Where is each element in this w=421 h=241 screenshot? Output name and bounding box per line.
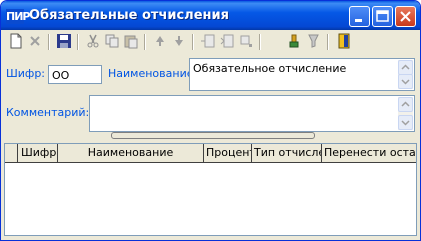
insert-row-button[interactable] xyxy=(199,32,217,50)
close-button[interactable] xyxy=(395,6,416,27)
grid-header: Шифр Наименование Процент Тип отчислен П… xyxy=(5,144,416,163)
column-header-type[interactable]: Тип отчислен xyxy=(252,144,322,162)
minimize-button[interactable] xyxy=(349,6,370,27)
filter-button[interactable] xyxy=(286,32,304,50)
row-indicator-header xyxy=(5,144,18,162)
exit-button[interactable] xyxy=(335,32,353,50)
column-header-name[interactable]: Наименование xyxy=(58,144,204,162)
scroll-down-button[interactable] xyxy=(398,74,413,89)
exit-door-icon xyxy=(338,33,350,49)
chevron-down-icon xyxy=(401,120,410,126)
move-down-button[interactable] xyxy=(170,32,188,50)
name-field[interactable]: Обязательное отчисление xyxy=(189,58,415,91)
window: ПИР Обязательные отчисления Шифр: ОО Наи… xyxy=(0,0,421,241)
save-icon xyxy=(57,34,71,48)
paste-icon xyxy=(124,35,138,49)
scroll-down-button[interactable] xyxy=(398,115,413,130)
column-header-percent[interactable]: Процент xyxy=(204,144,252,162)
close-icon xyxy=(400,11,411,22)
save-button[interactable] xyxy=(55,32,73,50)
maximize-button[interactable] xyxy=(372,6,393,27)
maximize-icon xyxy=(376,10,389,22)
cut-icon xyxy=(87,34,99,48)
delete-row-icon xyxy=(240,35,252,47)
insert-column-button[interactable] xyxy=(218,32,236,50)
records-grid[interactable]: Шифр Наименование Процент Тип отчислен П… xyxy=(4,143,417,236)
comment-label: Комментарий: xyxy=(6,106,90,119)
move-down-icon xyxy=(175,36,183,46)
delete-record-icon xyxy=(30,36,40,46)
name-label: Наименование: xyxy=(108,67,198,80)
cut-button[interactable] xyxy=(84,32,102,50)
name-scrollbar[interactable] xyxy=(398,60,413,89)
code-field[interactable]: ОО xyxy=(48,65,102,84)
column-header-code[interactable]: Шифр xyxy=(18,144,58,162)
window-title: Обязательные отчисления xyxy=(29,8,229,23)
new-record-icon xyxy=(10,33,22,49)
filter-off-button[interactable] xyxy=(305,32,323,50)
code-label: Шифр: xyxy=(6,67,46,80)
insert-column-icon xyxy=(220,34,234,48)
copy-button[interactable] xyxy=(103,32,121,50)
filter-off-icon xyxy=(308,34,319,48)
chevron-up-icon xyxy=(401,64,410,70)
name-field-text: Обязательное отчисление xyxy=(193,62,347,75)
minimize-icon xyxy=(355,19,362,22)
title-bar[interactable]: ПИР Обязательные отчисления xyxy=(1,1,420,30)
move-up-button[interactable] xyxy=(151,32,169,50)
comment-field[interactable] xyxy=(89,95,415,132)
scroll-up-button[interactable] xyxy=(398,97,413,112)
copy-icon xyxy=(105,34,119,48)
comment-scrollbar[interactable] xyxy=(398,97,413,130)
delete-record-button[interactable] xyxy=(26,32,44,50)
splitter-handle[interactable] xyxy=(111,132,315,147)
chevron-down-icon xyxy=(401,79,410,85)
new-record-button[interactable] xyxy=(7,32,25,50)
app-icon: ПИР xyxy=(6,9,30,24)
delete-row-button[interactable] xyxy=(237,32,255,50)
insert-row-icon xyxy=(201,34,215,48)
chevron-up-icon xyxy=(401,101,410,107)
toolbar xyxy=(4,30,417,55)
move-up-icon xyxy=(156,36,164,46)
filter-icon xyxy=(289,34,299,48)
scroll-up-button[interactable] xyxy=(398,60,413,75)
paste-button[interactable] xyxy=(122,32,140,50)
column-header-carry-over[interactable]: Перенести остато xyxy=(322,144,416,162)
